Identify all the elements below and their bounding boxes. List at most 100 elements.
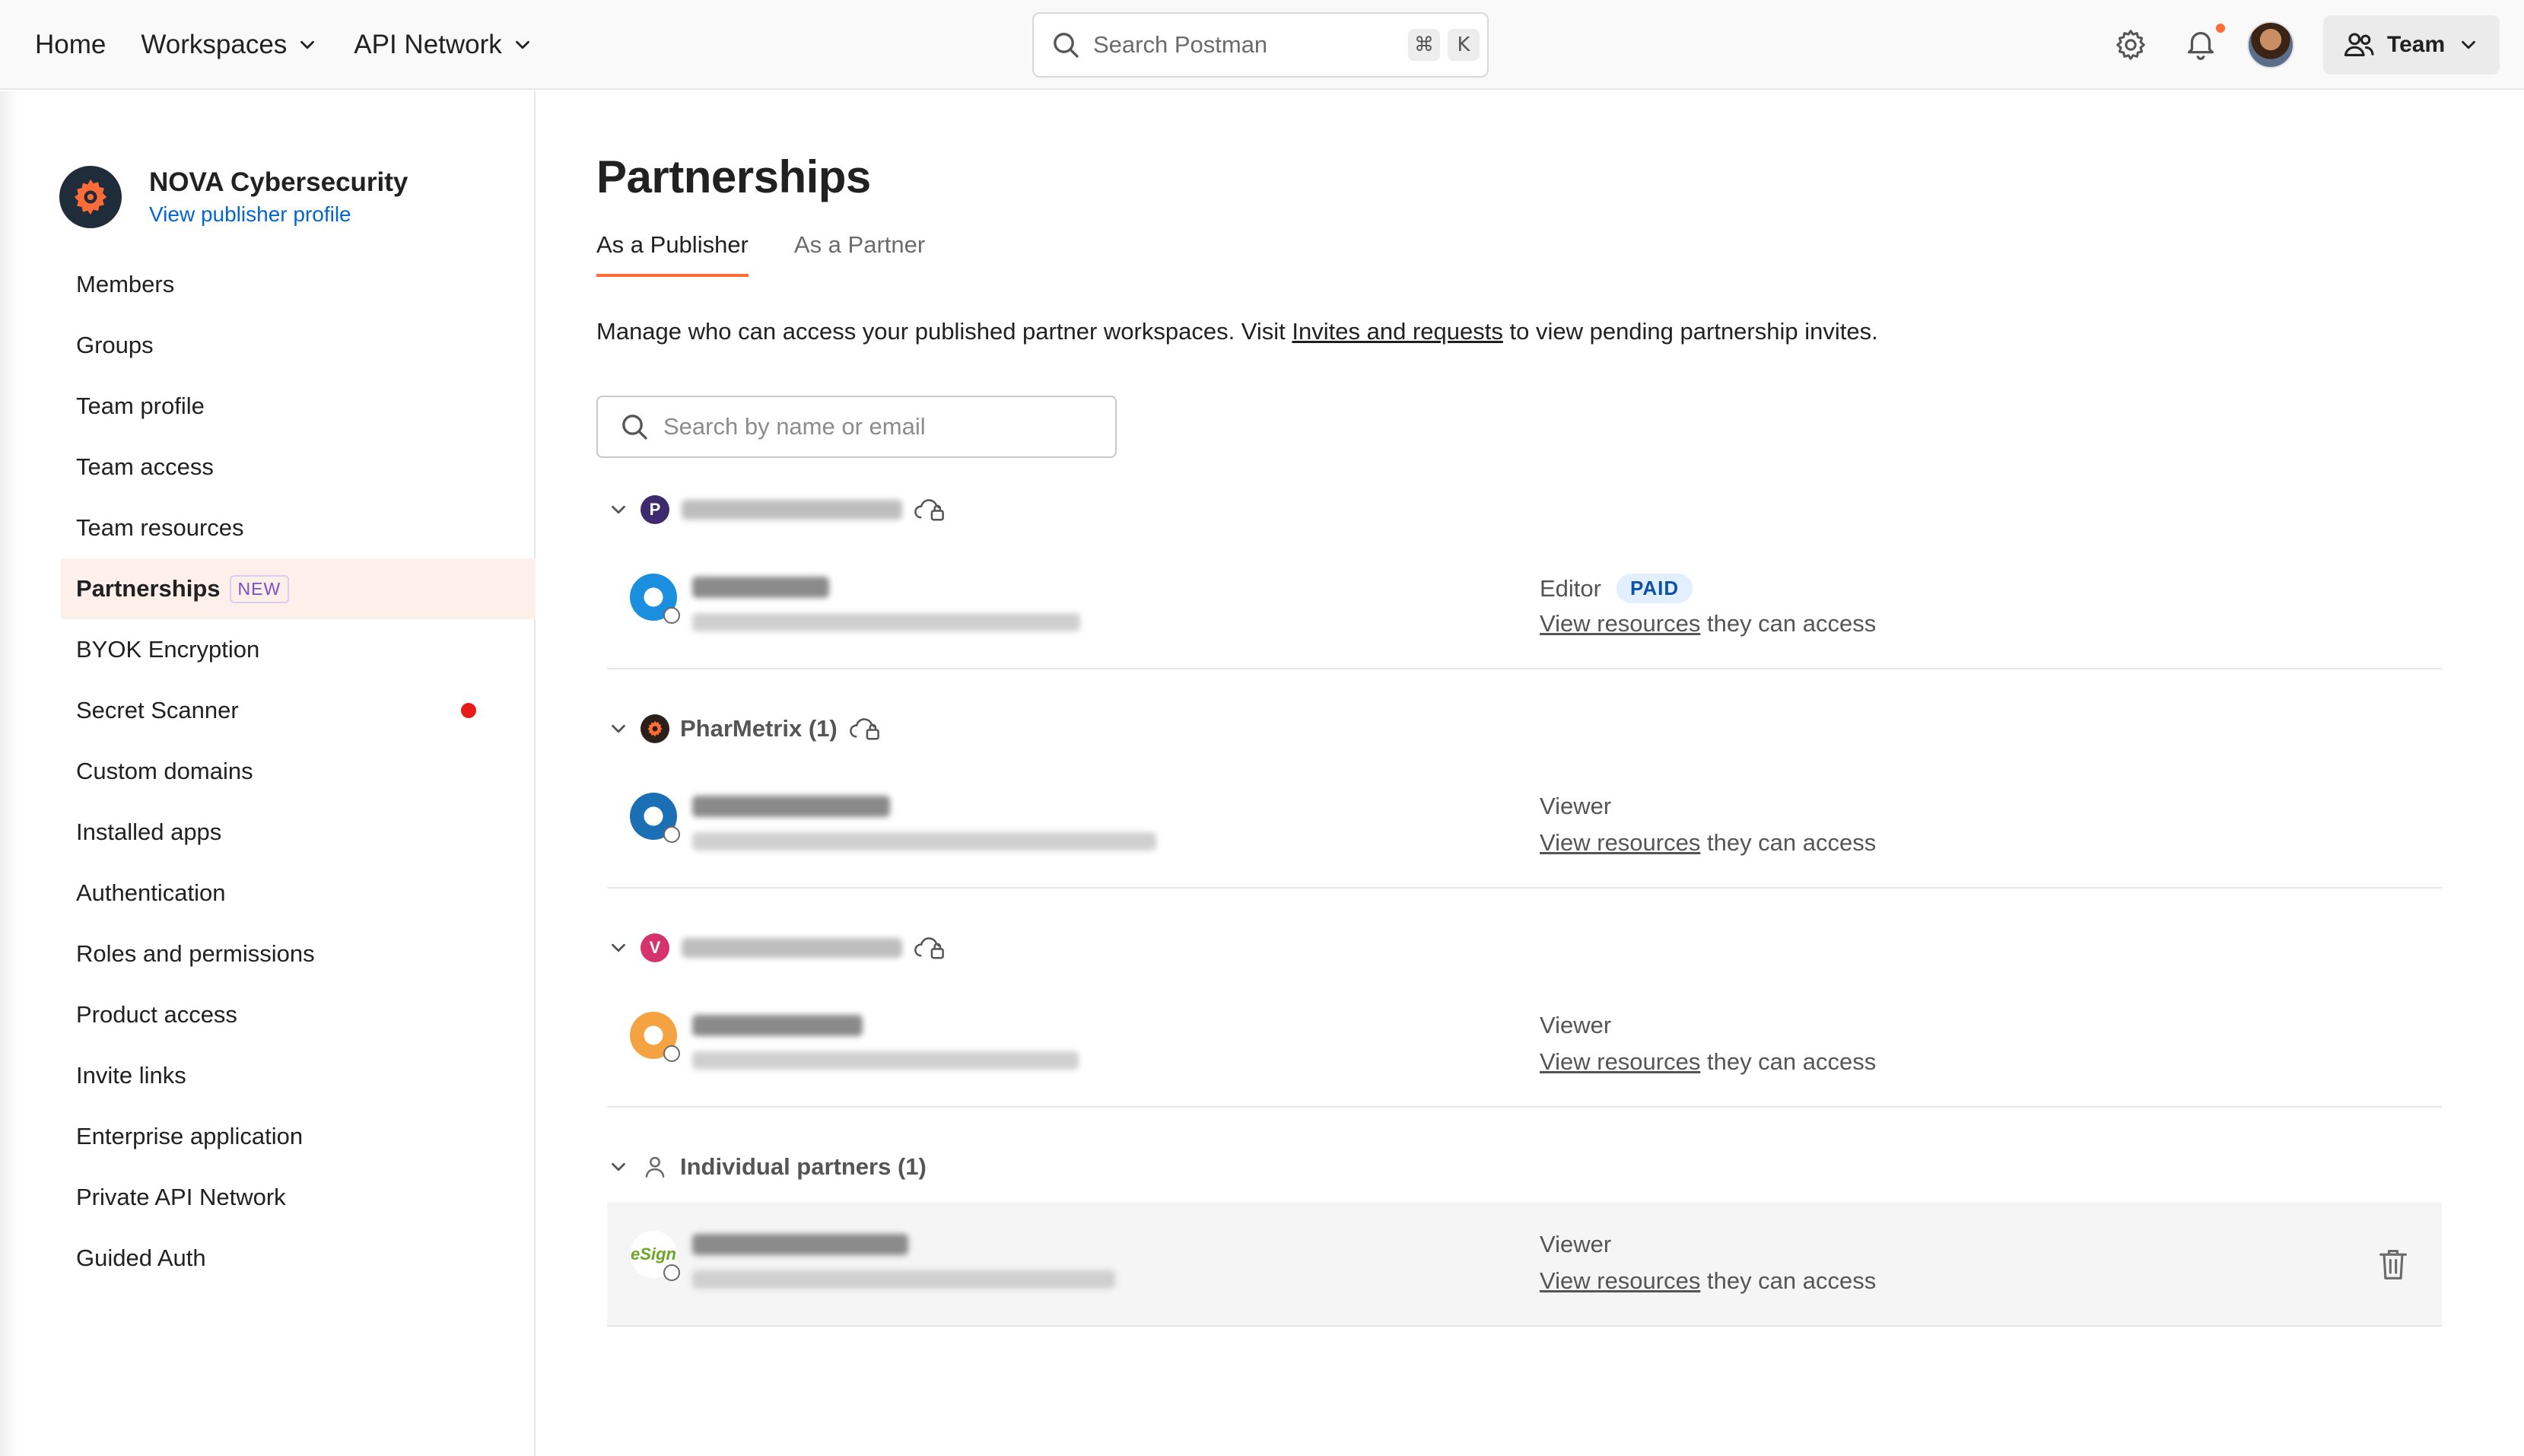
top-bar: Home Workspaces API Network Search Postm…: [0, 0, 2524, 90]
sidebar-item-custom-domains[interactable]: Custom domains: [61, 741, 536, 802]
group-avatar: V: [641, 933, 669, 962]
group-avatar: P: [641, 495, 669, 524]
member-access: View resources they can access: [1540, 1267, 1877, 1294]
partner-member-row: Viewer View resources they can access: [607, 764, 2442, 889]
sidebar-item-team-access[interactable]: Team access: [61, 437, 536, 498]
member-access: View resources they can access: [1540, 1048, 1877, 1075]
member-access: View resources they can access: [1540, 610, 1877, 637]
sidebar-item-team-profile[interactable]: Team profile: [61, 376, 536, 437]
partner-member-row: Editor PAID View resources they can acce…: [607, 545, 2442, 669]
invites-and-requests-link[interactable]: Invites and requests: [1292, 318, 1502, 345]
page-title: Partnerships: [596, 151, 871, 202]
redacted-team-name: [682, 500, 902, 520]
nav-home[interactable]: Home: [35, 30, 106, 60]
sidebar-item-roles-and-permissions[interactable]: Roles and permissions: [61, 924, 536, 984]
member-role: Viewer: [1540, 793, 1612, 819]
chevron-down-icon: [2462, 40, 2476, 49]
nav-workspaces[interactable]: Workspaces: [141, 30, 319, 60]
settings-gear-icon[interactable]: [2113, 27, 2148, 62]
member-access: View resources they can access: [1540, 829, 1877, 856]
view-publisher-profile-link[interactable]: View publisher profile: [149, 202, 408, 227]
user-avatar[interactable]: [2247, 21, 2294, 68]
sidebar-item-members[interactable]: Members: [61, 254, 536, 315]
redacted-member-email: [692, 613, 1080, 631]
redacted-member-name: [692, 1234, 908, 1255]
partner-badge-icon: [663, 1045, 680, 1062]
sidebar-item-installed-apps[interactable]: Installed apps: [61, 802, 536, 863]
sidebar-item-byok-encryption[interactable]: BYOK Encryption: [61, 619, 536, 680]
sidebar-item-authentication[interactable]: Authentication: [61, 863, 536, 924]
redacted-team-name: [682, 938, 902, 958]
team-label: Team: [2387, 32, 2446, 57]
search-icon: [622, 415, 647, 440]
shortcut-key-k: K: [1448, 29, 1480, 61]
partner-group: Individual partners (1) eSign Viewer Vie…: [607, 1144, 2442, 1327]
gear-logo-icon: [74, 179, 107, 215]
partner-group-header[interactable]: P: [607, 487, 2442, 532]
cloud-lock-icon: [914, 937, 944, 959]
group-name: Individual partners (1): [680, 1153, 927, 1180]
partner-group-header[interactable]: V: [607, 925, 2442, 971]
redacted-member-email: [692, 832, 1156, 850]
chevron-down-icon: [515, 40, 529, 49]
sidebar-item-guided-auth[interactable]: Guided Auth: [61, 1228, 536, 1289]
person-icon: [645, 1156, 665, 1178]
view-resources-link[interactable]: View resources: [1540, 1048, 1700, 1075]
sidebar-item-product-access[interactable]: Product access: [61, 984, 536, 1045]
sidebar-menu: Members Groups Team profile Team access …: [61, 254, 536, 1289]
chevron-down-icon[interactable]: [607, 717, 630, 740]
cloud-lock-icon: [849, 718, 879, 740]
member-role: Viewer: [1540, 1231, 1612, 1257]
paid-badge: PAID: [1616, 574, 1693, 603]
chevron-down-icon[interactable]: [607, 498, 630, 521]
chevron-down-icon[interactable]: [607, 936, 630, 959]
tab-as-a-publisher[interactable]: As a Publisher: [596, 231, 749, 277]
notification-dot: [2214, 21, 2227, 35]
settings-sidebar: NOVA Cybersecurity View publisher profil…: [0, 91, 536, 1456]
partner-group-header[interactable]: PharMetrix (1): [607, 706, 2442, 752]
sidebar-item-groups[interactable]: Groups: [61, 315, 536, 376]
sidebar-item-secret-scanner[interactable]: Secret Scanner: [61, 680, 536, 741]
view-resources-link[interactable]: View resources: [1540, 829, 1700, 856]
global-search-placeholder: Search Postman: [1093, 31, 1268, 58]
cloud-lock-icon: [914, 499, 944, 521]
org-name: NOVA Cybersecurity: [149, 167, 408, 197]
partner-search-input[interactable]: [663, 413, 1089, 440]
org-logo: [59, 166, 122, 228]
sidebar-item-partnerships[interactable]: Partnerships NEW: [61, 558, 536, 619]
tab-as-a-partner[interactable]: As a Partner: [794, 231, 925, 277]
redacted-member-email: [692, 1270, 1115, 1289]
sidebar-edge-shadow: [0, 91, 18, 1456]
partner-badge-icon: [663, 826, 680, 843]
partner-group: V Viewer View resources they can access: [607, 925, 2442, 1108]
top-nav: Home Workspaces API Network: [35, 0, 569, 90]
partner-group-header[interactable]: Individual partners (1): [607, 1144, 2442, 1190]
view-resources-link[interactable]: View resources: [1540, 610, 1700, 637]
member-role: Editor PAID: [1540, 574, 1693, 603]
global-search[interactable]: Search Postman ⌘ K: [1032, 12, 1489, 78]
partner-badge-icon: [663, 607, 680, 624]
partner-search-field[interactable]: [596, 396, 1117, 458]
chevron-down-icon[interactable]: [607, 1156, 630, 1178]
team-switcher-button[interactable]: Team: [2323, 15, 2500, 75]
partner-badge-icon: [663, 1264, 680, 1281]
redacted-member-name: [692, 577, 829, 598]
redacted-member-name: [692, 796, 890, 817]
org-header: NOVA Cybersecurity View publisher profil…: [59, 166, 408, 228]
trash-icon[interactable]: [2376, 1246, 2410, 1283]
notification-bell-icon[interactable]: [2183, 27, 2218, 62]
chevron-down-icon: [300, 40, 315, 49]
partner-group: PharMetrix (1) Viewer View resources the…: [607, 706, 2442, 889]
view-resources-link[interactable]: View resources: [1540, 1267, 1700, 1294]
sidebar-item-private-api-network[interactable]: Private API Network: [61, 1167, 536, 1228]
partner-member-row: eSign Viewer View resources they can acc…: [607, 1202, 2442, 1327]
partner-group: P Editor PAID View resources they can ac…: [607, 487, 2442, 669]
partner-member-row: Viewer View resources they can access: [607, 983, 2442, 1108]
nav-api-network[interactable]: API Network: [354, 30, 534, 60]
team-icon: [2344, 33, 2374, 56]
main-content: Partnerships As a Publisher As a Partner…: [537, 91, 2524, 1456]
sidebar-item-enterprise-application[interactable]: Enterprise application: [61, 1106, 536, 1167]
sidebar-item-invite-links[interactable]: Invite links: [61, 1045, 536, 1106]
sidebar-item-team-resources[interactable]: Team resources: [61, 498, 536, 558]
gear-logo-icon: [647, 720, 663, 737]
